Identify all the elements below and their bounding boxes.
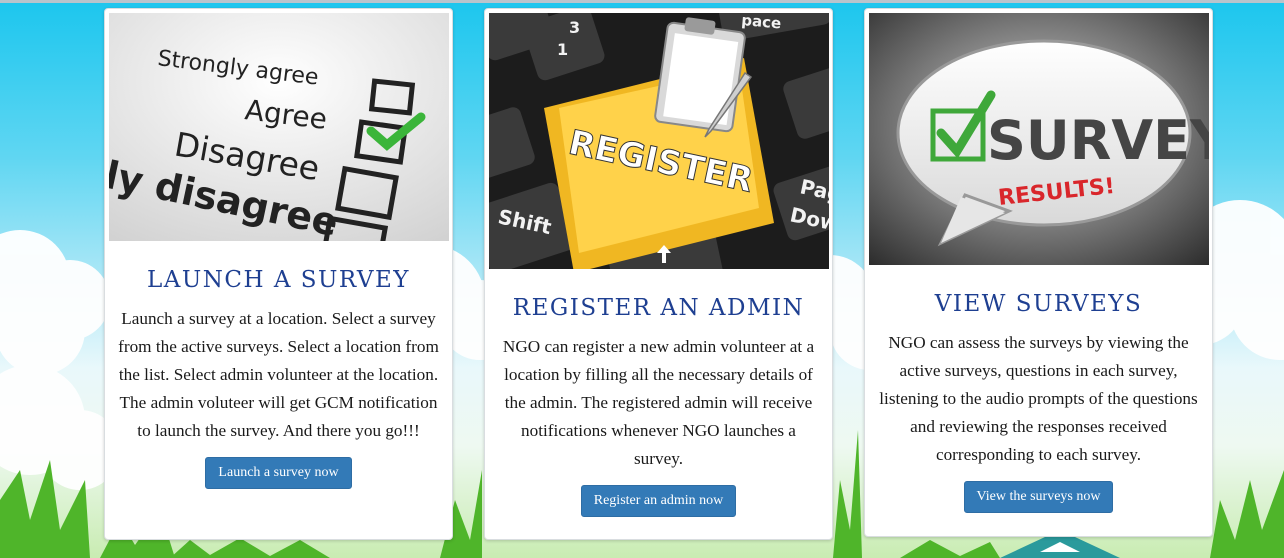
card-view-surveys: SURVEY RESULTS! VIEW SURVEYS NGO can ass… [864,8,1213,537]
view-surveys-button[interactable]: View the surveys now [963,481,1114,513]
svg-text:3: 3 [569,18,580,37]
keyboard-register-image: REGISTER Shift Pag Dow pace 3 1 [489,13,829,269]
checklist-image: Strongly agree Agree Disagree ly disagre… [109,13,449,241]
card-title: REGISTER AN ADMIN [512,295,805,321]
card-description: Launch a survey at a location. Select a … [118,309,439,440]
register-admin-button[interactable]: Register an admin now [580,485,737,517]
card-title: LAUNCH A SURVEY [146,267,410,293]
card-title: VIEW SURVEYS [934,291,1143,317]
svg-text:1: 1 [557,40,568,59]
card-launch-survey: Strongly agree Agree Disagree ly disagre… [104,8,453,540]
card-description: NGO can assess the surveys by viewing th… [879,333,1198,464]
card-description: NGO can register a new admin volunteer a… [502,337,815,468]
survey-results-bubble-image: SURVEY RESULTS! [869,13,1209,265]
card-register-admin: REGISTER Shift Pag Dow pace 3 1 REGISTER… [484,8,833,540]
svg-text:SURVEY: SURVEY [987,109,1209,172]
launch-survey-button[interactable]: Launch a survey now [205,457,352,489]
